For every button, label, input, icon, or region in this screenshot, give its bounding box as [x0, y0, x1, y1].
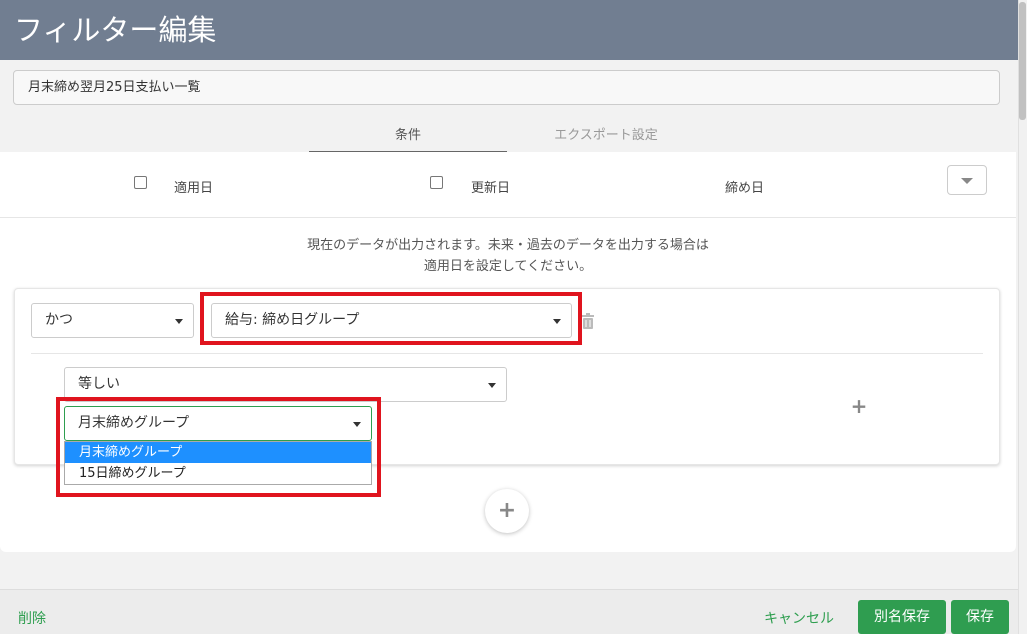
page-title: フィルター編集	[0, 0, 1018, 60]
save-as-button[interactable]: 別名保存	[858, 600, 946, 634]
logic-select[interactable]: かつ	[31, 303, 194, 338]
add-condition-plus-icon[interactable]: +	[485, 489, 529, 533]
condition-divider	[31, 353, 983, 354]
operator-select-value: 等しい	[78, 376, 120, 392]
save-button[interactable]: 保存	[951, 600, 1009, 634]
trash-icon[interactable]	[581, 313, 595, 329]
logic-select-value: かつ	[45, 312, 73, 328]
updated-date-label: 更新日	[471, 181, 511, 196]
chevron-down-icon	[961, 178, 973, 184]
column-options-button[interactable]	[947, 165, 987, 195]
scrollbar-thumb[interactable]	[1019, 2, 1026, 120]
tab-export-settings[interactable]: エクスポート設定	[507, 122, 705, 153]
highlight-box-value	[56, 397, 381, 497]
add-value-plus-icon[interactable]: +	[850, 396, 868, 416]
delete-link[interactable]: 削除	[18, 608, 46, 628]
info-text-line1: 現在のデータが出力されます。未来・過去のデータを出力する場合は	[307, 238, 709, 253]
cancel-link[interactable]: キャンセル	[764, 608, 834, 628]
scrollbar[interactable]	[1018, 0, 1027, 634]
highlight-box-field	[200, 292, 582, 345]
filter-name-input[interactable]: 月末締め翌月25日支払い一覧	[13, 70, 1000, 105]
updated-date-checkbox[interactable]	[430, 176, 443, 189]
closing-date-label: 締め日	[725, 181, 765, 196]
tab-conditions[interactable]: 条件	[309, 122, 507, 153]
caret-down-icon	[488, 383, 496, 388]
applied-date-checkbox[interactable]	[134, 176, 147, 189]
divider	[0, 217, 1016, 218]
caret-down-icon	[175, 319, 183, 324]
applied-date-label: 適用日	[174, 181, 214, 196]
info-text-line2: 適用日を設定してください。	[423, 259, 593, 274]
